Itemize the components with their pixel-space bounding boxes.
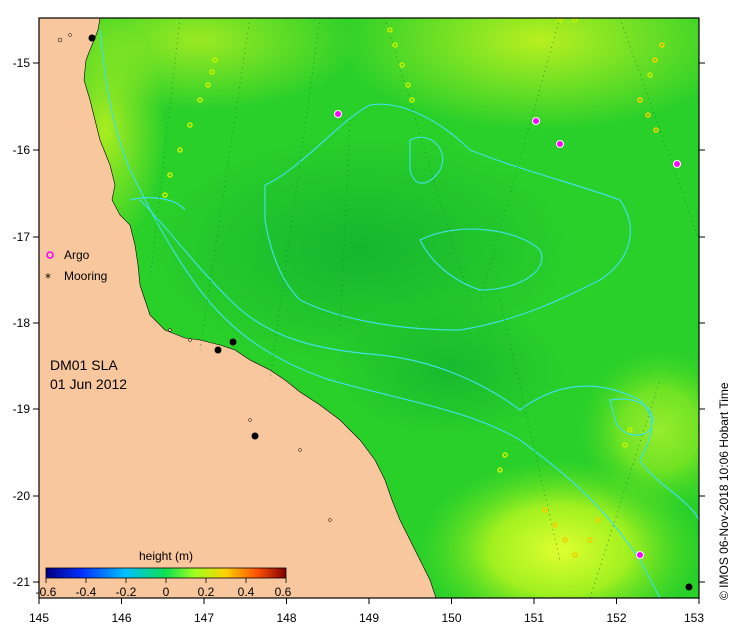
- colorbar-title: height (m): [139, 549, 193, 563]
- argo-legend-label: Argo: [64, 248, 90, 262]
- argo-marker[interactable]: [673, 160, 681, 168]
- credit-text: © IMOS 06-Nov-2018 10:06 Hobart Time: [717, 382, 731, 600]
- colorbar-tick: 0.6: [275, 585, 292, 599]
- latitude-labels: -15 -16 -17 -18 -19 -20 -21: [13, 56, 31, 589]
- colorbar-tick: -0.6: [36, 585, 57, 599]
- mooring-marker[interactable]: [88, 34, 96, 42]
- lat-label: -19: [13, 402, 31, 416]
- colorbar-tick: 0: [163, 585, 170, 599]
- product-label: DM01 SLA: [50, 357, 118, 373]
- sla-map: 145 146 147 148 149 150 151 152 153 -15 …: [13, 17, 731, 625]
- lon-label: 153: [684, 611, 704, 625]
- colorbar-tick: 0.2: [198, 585, 215, 599]
- mooring-marker[interactable]: [229, 338, 237, 346]
- lon-label: 146: [111, 611, 131, 625]
- mooring-marker[interactable]: [251, 432, 259, 440]
- mooring-legend-symbol: *: [45, 271, 51, 285]
- lon-label: 145: [29, 611, 49, 625]
- lon-label: 149: [359, 611, 379, 625]
- colorbar-ramp: [45, 567, 287, 579]
- colorbar-tick: -0.2: [116, 585, 137, 599]
- lat-label: -16: [13, 143, 31, 157]
- lat-label: -18: [13, 316, 31, 330]
- argo-marker[interactable]: [532, 117, 540, 125]
- lat-label: -17: [13, 230, 31, 244]
- mooring-legend-label: Mooring: [64, 269, 107, 283]
- argo-marker[interactable]: [636, 551, 644, 559]
- mooring-marker[interactable]: [214, 346, 222, 354]
- sla-high-bottom-right: [580, 350, 699, 510]
- map-plot-area: [39, 18, 699, 598]
- argo-marker[interactable]: [556, 140, 564, 148]
- lon-label: 152: [606, 611, 626, 625]
- lon-label: 151: [524, 611, 544, 625]
- lat-label: -15: [13, 56, 31, 70]
- lon-label: 150: [441, 611, 461, 625]
- mooring-marker[interactable]: [685, 583, 693, 591]
- lon-label: 147: [194, 611, 214, 625]
- colorbar-tick: -0.4: [76, 585, 97, 599]
- colorbar-tick: 0.4: [238, 585, 255, 599]
- lat-label: -20: [13, 489, 31, 503]
- lat-label: -21: [13, 575, 31, 589]
- date-label: 01 Jun 2012: [50, 376, 127, 392]
- argo-marker[interactable]: [334, 110, 342, 118]
- lon-label: 148: [276, 611, 296, 625]
- longitude-labels: 145 146 147 148 149 150 151 152 153: [29, 611, 704, 625]
